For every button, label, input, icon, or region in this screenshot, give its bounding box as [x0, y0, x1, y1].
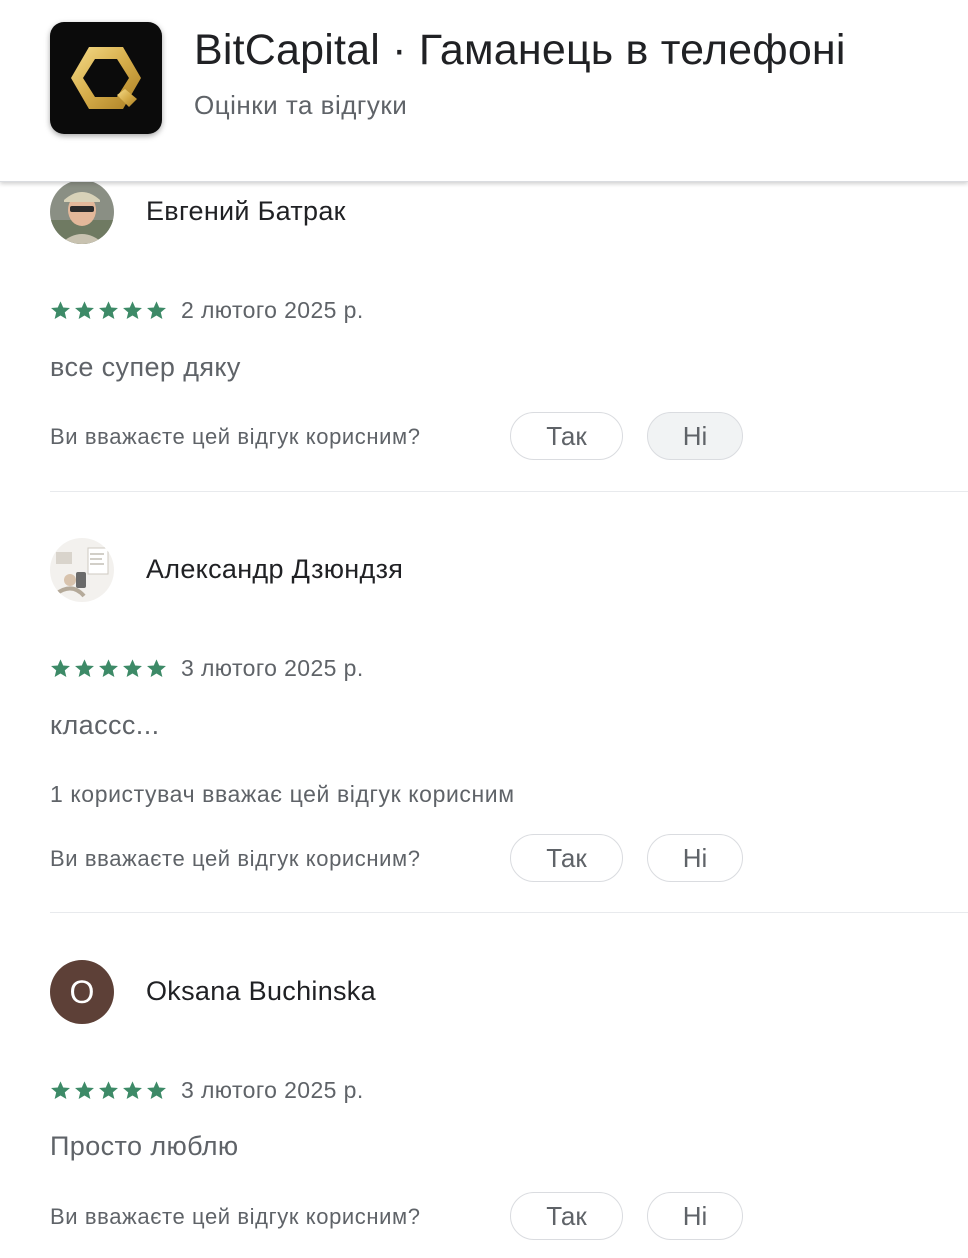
- star-icon: [75, 659, 94, 677]
- helpful-row: Ви вважаєте цей відгук корисним? Так Ні: [50, 412, 968, 460]
- review-text: классс...: [50, 710, 160, 740]
- review-date: 3 лютого 2025 р.: [181, 655, 364, 681]
- helpful-row: Ви вважаєте цей відгук корисним? Так Ні: [50, 1192, 968, 1240]
- star-icon: [75, 1081, 94, 1099]
- review-date: 2 лютого 2025 р.: [181, 297, 364, 323]
- star-icon: [51, 301, 70, 319]
- app-title: BitCapital · Гаманець в телефоні: [194, 26, 846, 74]
- star-icon: [123, 659, 142, 677]
- star-icon: [147, 659, 166, 677]
- review-text: Просто люблю: [50, 1131, 239, 1161]
- star-icon: [99, 659, 118, 677]
- rating-row: 3 лютого 2025 р.: [50, 655, 364, 682]
- star-rating: [50, 300, 167, 321]
- helpful-row: Ви вважаєте цей відгук корисним? Так Ні: [50, 834, 968, 882]
- rating-row: 3 лютого 2025 р.: [50, 1077, 364, 1104]
- star-icon: [75, 301, 94, 319]
- helpful-yes-button[interactable]: Так: [510, 834, 623, 882]
- star-icon: [123, 301, 142, 319]
- star-icon: [99, 1081, 118, 1099]
- review-item: O Oksana Buchinska 3 лютого 2025 р. Прос…: [0, 913, 968, 1258]
- helpful-count: 1 користувач вважає цей відгук корисним: [50, 781, 515, 807]
- star-icon: [147, 301, 166, 319]
- bitcapital-logo-icon[interactable]: [50, 22, 162, 134]
- star-icon: [99, 301, 118, 319]
- helpful-yes-button[interactable]: Так: [510, 1192, 623, 1240]
- rating-row: 2 лютого 2025 р.: [50, 297, 364, 324]
- helpful-question: Ви вважаєте цей відгук корисним?: [50, 846, 421, 871]
- helpful-no-button[interactable]: Ні: [647, 834, 743, 882]
- avatar[interactable]: O: [50, 960, 114, 1024]
- helpful-no-button[interactable]: Ні: [647, 1192, 743, 1240]
- reviewer-name: Александр Дзюндзя: [146, 554, 404, 584]
- reviewer-name: Евгений Батрак: [146, 196, 346, 226]
- reviews-page: BitCapital · Гаманець в телефоні Оцінки …: [0, 0, 968, 1258]
- review-item: Александр Дзюндзя 3 лютого 2025 р. класс…: [0, 492, 968, 913]
- avatar[interactable]: [50, 538, 114, 602]
- helpful-no-button[interactable]: Ні: [647, 412, 743, 460]
- page-subtitle: Оцінки та відгуки: [194, 90, 408, 120]
- helpful-yes-button[interactable]: Так: [510, 412, 623, 460]
- app-header: BitCapital · Гаманець в телефоні Оцінки …: [0, 0, 968, 182]
- star-icon: [51, 1081, 70, 1099]
- avatar[interactable]: [50, 180, 114, 244]
- review-text: все супер дяку: [50, 352, 241, 382]
- helpful-question: Ви вважаєте цей відгук корисним?: [50, 424, 421, 449]
- star-rating: [50, 658, 167, 679]
- star-rating: [50, 1080, 167, 1101]
- star-icon: [51, 659, 70, 677]
- helpful-question: Ви вважаєте цей відгук корисним?: [50, 1204, 421, 1229]
- reviewer-name: Oksana Buchinska: [146, 976, 376, 1006]
- star-icon: [123, 1081, 142, 1099]
- review-date: 3 лютого 2025 р.: [181, 1077, 364, 1103]
- star-icon: [147, 1081, 166, 1099]
